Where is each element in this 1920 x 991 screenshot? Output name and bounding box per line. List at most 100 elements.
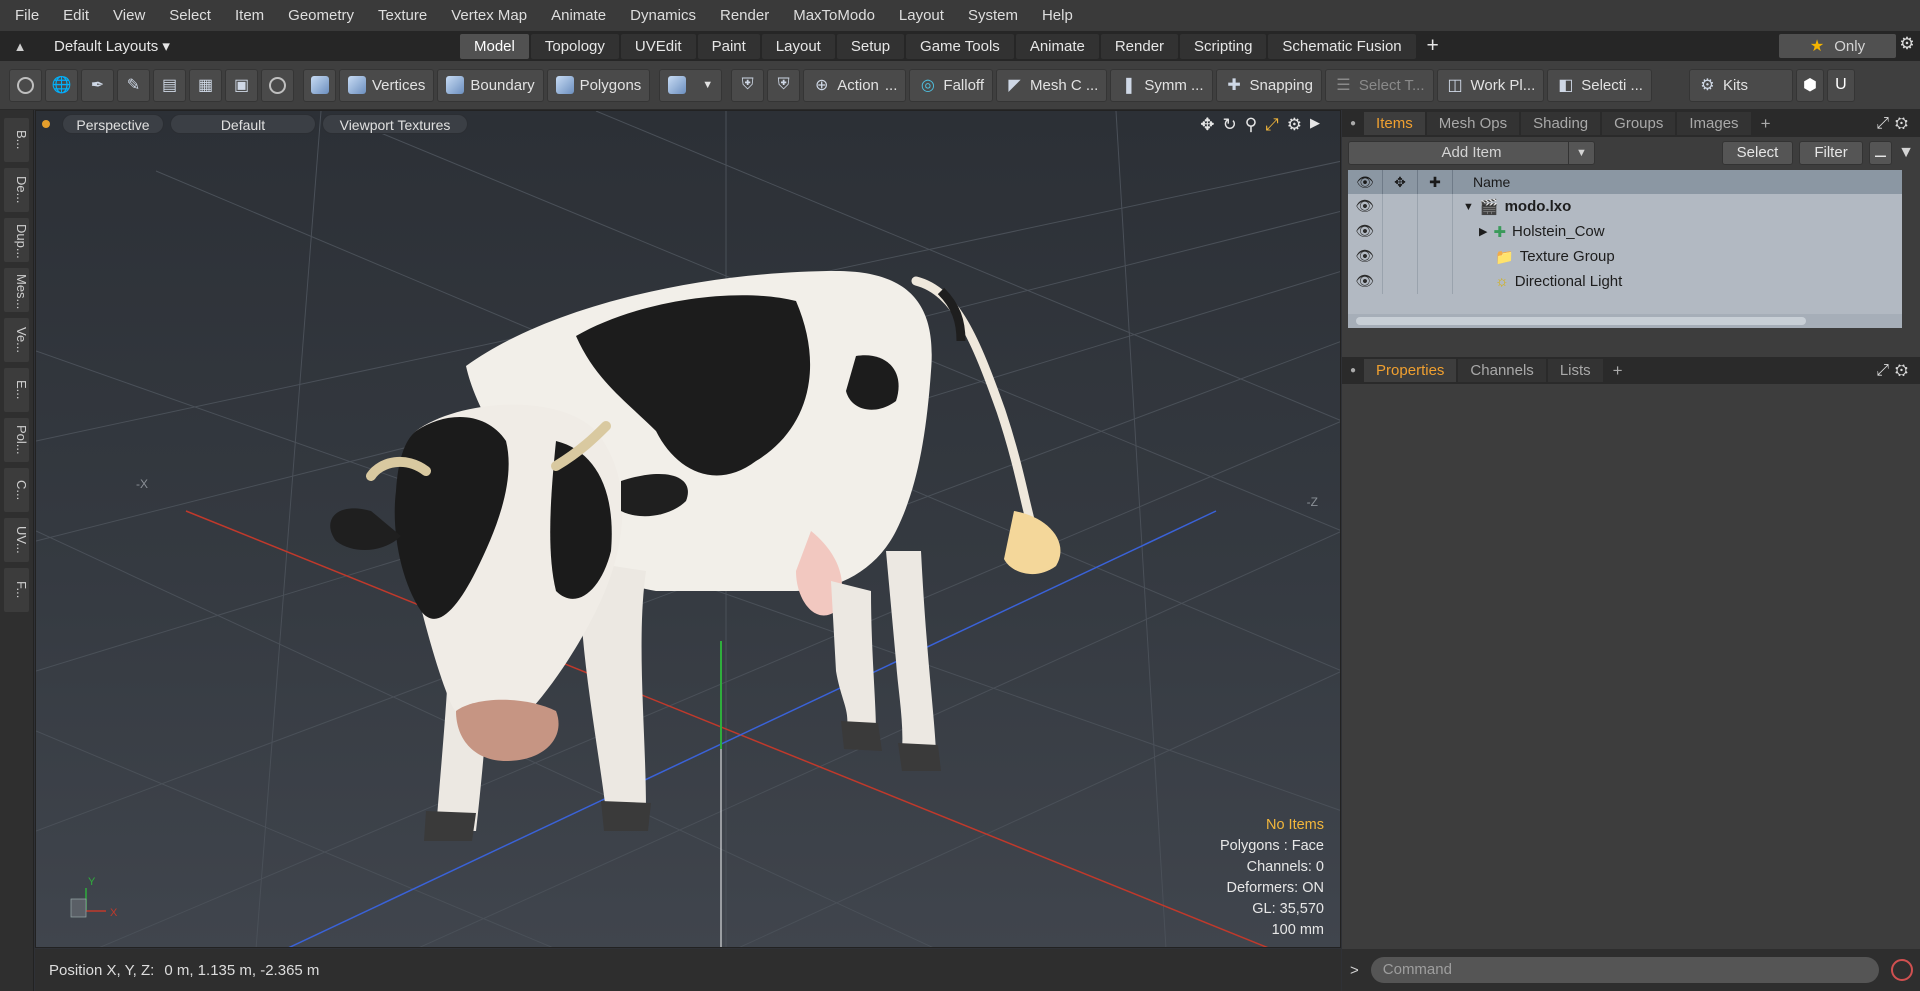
- tab-shading[interactable]: Shading: [1521, 112, 1601, 135]
- menu-dynamics[interactable]: Dynamics: [615, 0, 705, 31]
- selection-sets-button[interactable]: ◧ Selecti ...: [1547, 68, 1652, 102]
- tab-animate[interactable]: Animate: [1015, 33, 1099, 59]
- grid-button[interactable]: ▦: [189, 68, 222, 102]
- menu-layout[interactable]: Layout: [884, 0, 953, 31]
- loop-button[interactable]: ▤: [153, 68, 186, 102]
- tree-row-texture-group[interactable]: 👁 📁 Texture Group: [1348, 244, 1902, 269]
- viewport-gear-icon[interactable]: ⚙: [1287, 115, 1302, 135]
- panel-expand-gear-icon[interactable]: ⤢⚙: [1876, 362, 1914, 380]
- visibility-column-icon[interactable]: 👁: [1348, 170, 1383, 194]
- tree-horizontal-scrollbar[interactable]: [1348, 314, 1902, 328]
- tab-scripting[interactable]: Scripting: [1180, 33, 1267, 59]
- pan-icon[interactable]: ✥: [1200, 115, 1214, 135]
- locator-column-icon[interactable]: ✚: [1418, 170, 1453, 194]
- symmetry-button[interactable]: ❚ Symm ...: [1110, 68, 1213, 102]
- play-arrow-icon[interactable]: ▶: [1310, 115, 1320, 135]
- tab-images[interactable]: Images: [1677, 112, 1751, 135]
- viewport-options-dot[interactable]: [42, 120, 50, 128]
- menu-file[interactable]: File: [0, 0, 48, 31]
- item-mode-button[interactable]: [303, 68, 336, 102]
- rotate-icon[interactable]: ↻: [1222, 115, 1236, 135]
- tab-model[interactable]: Model: [460, 33, 529, 59]
- pen-button[interactable]: ✒: [81, 68, 114, 102]
- menu-help[interactable]: Help: [1027, 0, 1082, 31]
- name-column-header[interactable]: Name: [1453, 174, 1510, 190]
- select-button[interactable]: Select: [1721, 140, 1794, 165]
- unity-button[interactable]: ⬢: [1795, 68, 1824, 102]
- globe-button[interactable]: 🌐: [45, 68, 78, 102]
- left-tab-edge[interactable]: E...: [4, 368, 29, 412]
- filter-button[interactable]: Filter: [1799, 140, 1863, 165]
- menu-maxtomodo[interactable]: MaxToModo: [778, 0, 884, 31]
- menu-system[interactable]: System: [953, 0, 1027, 31]
- left-tab-mesh-edit[interactable]: Mes...: [4, 268, 29, 312]
- tab-paint[interactable]: Paint: [697, 33, 760, 59]
- layout-selector[interactable]: Default Layouts ▾: [40, 37, 460, 55]
- unreal-button[interactable]: U: [1826, 68, 1855, 102]
- left-tab-duplicate[interactable]: Dup...: [4, 218, 29, 262]
- zoom-icon[interactable]: ⚲: [1245, 115, 1257, 135]
- panel-dot-icon[interactable]: ●: [1350, 365, 1356, 376]
- panel-expand-gear-icon[interactable]: ⤢⚙: [1876, 115, 1914, 133]
- maximize-icon[interactable]: ⤢: [1265, 115, 1279, 135]
- tab-setup[interactable]: Setup: [836, 33, 905, 59]
- brush-button[interactable]: ✎: [117, 68, 150, 102]
- menu-render[interactable]: Render: [705, 0, 778, 31]
- viewport-textures-dropdown[interactable]: Viewport Textures: [322, 114, 468, 134]
- scrollbar-thumb[interactable]: [1356, 317, 1806, 325]
- tab-mesh-ops[interactable]: Mesh Ops: [1426, 112, 1520, 135]
- snapping-button[interactable]: ✚ Snapping: [1215, 68, 1322, 102]
- tree-expander-icon[interactable]: ▼: [1463, 201, 1474, 213]
- action-center-button[interactable]: ⊕ Action...: [803, 68, 907, 102]
- 3d-viewport[interactable]: Y X Perspective Default Viewport Texture…: [35, 110, 1341, 948]
- workplane-button[interactable]: ◫ Work Pl...: [1436, 68, 1545, 102]
- panel-dot-icon[interactable]: ●: [1350, 118, 1356, 129]
- polygons-mode-button[interactable]: Polygons: [546, 68, 651, 102]
- menu-texture[interactable]: Texture: [363, 0, 436, 31]
- tab-uvedit[interactable]: UVEdit: [620, 33, 696, 59]
- left-tab-curve[interactable]: C...: [4, 468, 29, 512]
- tab-items[interactable]: Items: [1364, 112, 1425, 135]
- collapse-up-icon[interactable]: ▲: [0, 39, 40, 54]
- menu-edit[interactable]: Edit: [48, 0, 98, 31]
- left-tab-fusion[interactable]: F...: [4, 568, 29, 612]
- shading-style-dropdown[interactable]: Default: [170, 114, 316, 134]
- square-button[interactable]: ▣: [225, 68, 258, 102]
- tree-row-directional-light[interactable]: 👁 ☼ Directional Light: [1348, 269, 1902, 294]
- menu-animate[interactable]: Animate: [536, 0, 615, 31]
- select-through-button[interactable]: ☰ Select T...: [1324, 68, 1434, 102]
- tab-properties[interactable]: Properties: [1364, 359, 1457, 382]
- view-type-dropdown[interactable]: Perspective: [62, 114, 164, 134]
- only-toggle-button[interactable]: ★ Only: [1779, 34, 1896, 58]
- collapse-icon[interactable]: ⚊: [1868, 140, 1893, 165]
- tab-groups[interactable]: Groups: [1602, 112, 1676, 135]
- record-icon[interactable]: [1890, 959, 1913, 981]
- lock-column-icon[interactable]: ✥: [1383, 170, 1418, 194]
- shield-b-button[interactable]: ⛨: [767, 68, 801, 102]
- material-mode-button[interactable]: ▼: [659, 68, 723, 102]
- menu-item[interactable]: Item: [220, 0, 273, 31]
- sphere-button[interactable]: [261, 68, 294, 102]
- left-tab-uv[interactable]: UV...: [4, 518, 29, 562]
- add-item-button[interactable]: Add Item ▼: [1348, 140, 1595, 165]
- menu-vertex-map[interactable]: Vertex Map: [436, 0, 536, 31]
- tab-topology[interactable]: Topology: [530, 33, 619, 59]
- left-tab-deform[interactable]: De...: [4, 168, 29, 212]
- menu-view[interactable]: View: [98, 0, 154, 31]
- command-input[interactable]: Command: [1370, 957, 1879, 983]
- kits-button[interactable]: ⚙ Kits: [1688, 68, 1793, 102]
- tab-layout[interactable]: Layout: [761, 33, 835, 59]
- add-item-dropdown-icon[interactable]: ▼: [1568, 141, 1594, 164]
- shield-a-button[interactable]: ⛨: [731, 68, 765, 102]
- tab-render[interactable]: Render: [1100, 33, 1179, 59]
- left-tab-vertex[interactable]: Ve...: [4, 318, 29, 362]
- falloff-button[interactable]: ◎ Falloff: [909, 68, 993, 102]
- vertices-mode-button[interactable]: Vertices: [339, 68, 435, 102]
- add-panel-tab-icon[interactable]: +: [1605, 361, 1631, 381]
- tab-schematic-fusion[interactable]: Schematic Fusion: [1268, 33, 1416, 59]
- add-tab-button[interactable]: +: [1418, 34, 1448, 58]
- mesh-constraint-button[interactable]: ◤ Mesh C ...: [995, 68, 1108, 102]
- filter-funnel-icon[interactable]: ▼: [1898, 144, 1914, 162]
- select-circle-button[interactable]: [9, 68, 42, 102]
- boundary-mode-button[interactable]: Boundary: [437, 68, 544, 102]
